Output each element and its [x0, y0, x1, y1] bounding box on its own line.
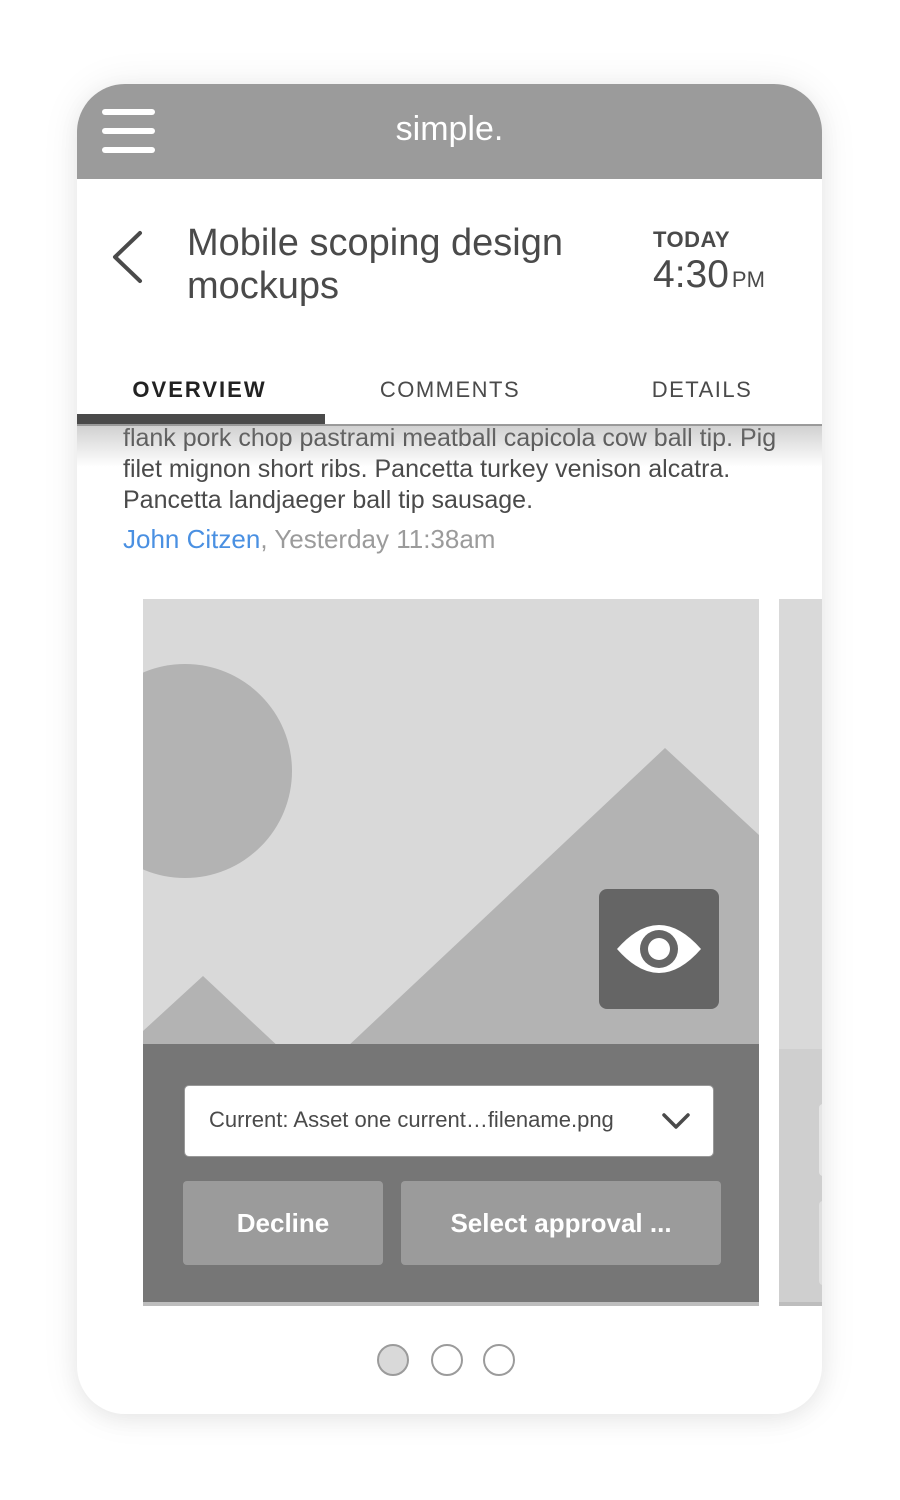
tab-details[interactable]: DETAILS	[577, 377, 822, 403]
page-dot-3[interactable]	[483, 1344, 515, 1376]
comment-text: flank pork chop pastrami meatball capico…	[123, 424, 777, 514]
next-card-bottom-border	[779, 1302, 822, 1306]
meeting-time: TODAY 4:30 PM	[653, 227, 765, 300]
meeting-title: Mobile scoping design mockups	[187, 222, 564, 307]
app-bar: simple.	[77, 84, 822, 179]
meeting-clock: 4:30 PM	[653, 255, 765, 300]
asset-card[interactable]: Current: Asset one current…filename.png …	[143, 599, 759, 1306]
next-card-select	[819, 1104, 822, 1176]
comment-separator: ,	[260, 524, 268, 554]
comment-timestamp: Yesterday 11:38am	[274, 524, 496, 554]
phone-frame: simple. Mobile scoping design mockups TO…	[77, 84, 822, 1414]
asset-version-select[interactable]: Current: Asset one current…filename.png	[184, 1085, 714, 1157]
page-dot-1[interactable]	[377, 1344, 409, 1376]
comment-author-link[interactable]: John Citzen	[123, 524, 260, 554]
preview-button[interactable]	[599, 889, 719, 1009]
asset-actions: Current: Asset one current…filename.png …	[143, 1044, 759, 1302]
next-card-button	[819, 1201, 822, 1285]
app-title: simple.	[395, 110, 504, 148]
tab-overview[interactable]: OVERVIEW	[77, 377, 322, 403]
page-dot-2[interactable]	[431, 1344, 463, 1376]
chevron-left-icon[interactable]	[107, 229, 147, 285]
asset-select-prefix: Current:	[209, 1107, 289, 1132]
next-card-footer	[779, 1049, 822, 1306]
meeting-time-value: 4:30	[653, 253, 729, 296]
tab-comments[interactable]: COMMENTS	[325, 377, 575, 403]
card-bottom-border	[143, 1302, 759, 1306]
asset-select-value: Asset one current…filename.png	[293, 1107, 614, 1132]
chevron-down-icon	[662, 1113, 690, 1129]
comment-meta: John Citzen, Yesterday 11:38am	[123, 524, 495, 555]
asset-select-text: Current: Asset one current…filename.png	[209, 1107, 614, 1133]
select-approval-button[interactable]: Select approval ...	[401, 1181, 721, 1265]
meeting-day: TODAY	[653, 227, 731, 252]
decline-button[interactable]: Decline	[183, 1181, 383, 1265]
eye-icon	[617, 925, 701, 973]
meeting-ampm: PM	[731, 267, 765, 292]
next-asset-card[interactable]	[779, 599, 822, 1306]
